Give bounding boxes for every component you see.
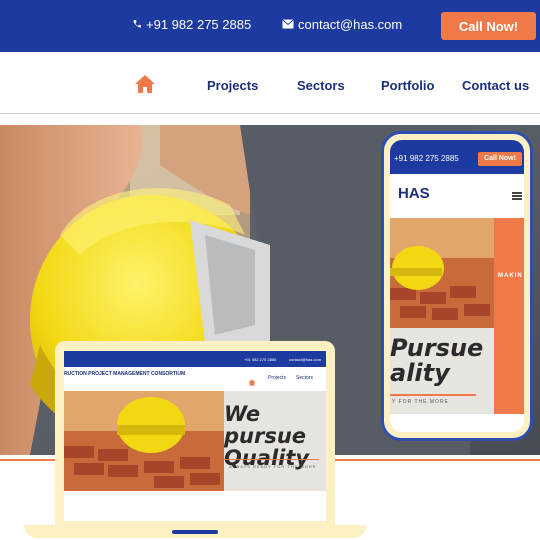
top-contact-bar: +91 982 275 2885 contact@has.com Call No…: [0, 0, 540, 52]
phone-icon: [132, 17, 142, 32]
nav-projects[interactable]: Projects: [207, 78, 258, 93]
laptop-tagline: ALWAYS READY FOR THE MORE: [229, 464, 317, 469]
laptop-headline-line1: We pursue: [224, 402, 307, 449]
phone-hero: Pursue ality Y FOR THE MORE: [390, 218, 494, 414]
phone-logo: HAS: [398, 185, 430, 202]
phone-call-button: Call Now!: [478, 152, 522, 166]
call-now-button[interactable]: Call Now!: [441, 12, 536, 40]
laptop-email: contact@has.com: [289, 357, 322, 362]
laptop-nav-projects: Projects: [268, 375, 287, 381]
header-email[interactable]: contact@has.com: [282, 17, 402, 32]
phone-side-panel: MAKIN: [494, 218, 524, 414]
main-nav: Projects Sectors Portfolio Contact us: [0, 52, 540, 114]
laptop-nav-sectors: Sectors: [296, 375, 313, 381]
hamburger-icon: [512, 192, 522, 200]
phone-topbar: +91 982 275 2885 Call Now!: [390, 140, 524, 174]
laptop-topbar: +91 982 275 2885 contact@has.com: [64, 351, 326, 367]
laptop-screen: +91 982 275 2885 contact@has.com RUCTION…: [64, 351, 326, 521]
nav-sectors[interactable]: Sectors: [297, 78, 345, 93]
laptop-notch: [172, 530, 218, 534]
laptop-home-icon: [248, 373, 256, 391]
laptop-brand: RUCTION PROJECT MANAGEMENT CONSORTIUM: [64, 371, 186, 377]
header-phone[interactable]: +91 982 275 2885: [132, 17, 251, 32]
laptop-hero: We pursue Quality ALWAYS READY FOR THE M…: [64, 391, 326, 491]
nav-portfolio[interactable]: Portfolio: [381, 78, 434, 93]
home-icon[interactable]: [134, 74, 156, 94]
phone-headline-rule: [390, 394, 476, 396]
phone-headline-line2: ality: [390, 359, 450, 388]
phone-screen: +91 982 275 2885 Call Now! HAS Pursue al…: [390, 140, 524, 432]
laptop-phone: +91 982 275 2885: [244, 357, 277, 362]
header-phone-text: +91 982 275 2885: [146, 17, 252, 32]
phone-mock-phone: +91 982 275 2885: [394, 154, 459, 163]
laptop-mockup: +91 982 275 2885 contact@has.com RUCTION…: [55, 341, 335, 525]
phone-tagline: Y FOR THE MORE: [392, 399, 449, 405]
phone-mockup: +91 982 275 2885 Call Now! HAS Pursue al…: [381, 131, 533, 441]
laptop-headline-rule: [224, 459, 319, 460]
envelope-icon: [282, 17, 294, 32]
phone-headline: Pursue ality: [390, 334, 484, 388]
header-email-text: contact@has.com: [298, 17, 403, 32]
nav-contact-us[interactable]: Contact us: [462, 78, 529, 93]
phone-headline-line1: Pursue: [390, 334, 484, 362]
phone-side-text: MAKIN: [498, 273, 523, 279]
